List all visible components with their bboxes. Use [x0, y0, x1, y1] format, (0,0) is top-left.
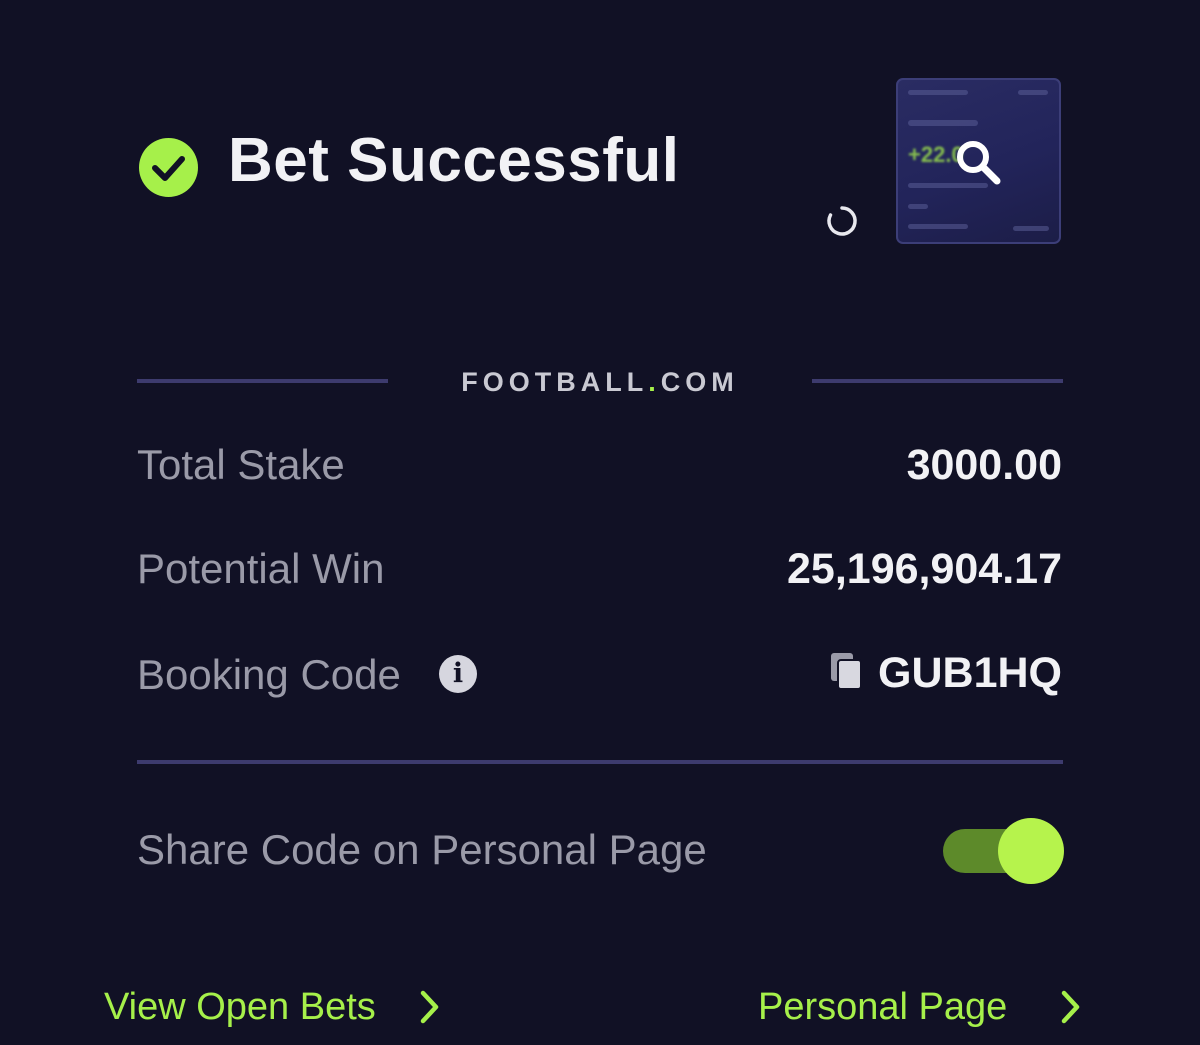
divider-left — [137, 379, 388, 383]
total-stake-label: Total Stake — [137, 441, 345, 488]
section-divider — [137, 760, 1063, 764]
share-code-toggle-knob[interactable] — [998, 818, 1064, 884]
magnifier-icon[interactable] — [953, 137, 1003, 187]
potential-win-value: 25,196,904.17 — [787, 545, 1062, 593]
copy-icon[interactable] — [828, 651, 864, 691]
page-title: Bet Successful — [228, 126, 680, 195]
chevron-right-icon[interactable] — [418, 988, 442, 1026]
brand-logo: FOOTBALL.COM — [461, 367, 739, 397]
view-open-bets-link[interactable]: View Open Bets — [104, 984, 376, 1030]
potential-win-label: Potential Win — [137, 545, 385, 592]
info-icon[interactable]: i — [439, 655, 477, 693]
total-stake-value: 3000.00 — [906, 441, 1062, 489]
divider-right — [812, 379, 1063, 383]
booking-code-label: Booking Code — [137, 651, 401, 698]
share-code-label: Share Code on Personal Page — [137, 826, 707, 873]
personal-page-link[interactable]: Personal Page — [758, 984, 1007, 1030]
chevron-right-icon[interactable] — [1059, 988, 1083, 1026]
spinner-icon — [827, 206, 857, 236]
booking-code-value[interactable]: GUB1HQ — [878, 648, 1062, 698]
check-circle-icon — [139, 138, 198, 197]
